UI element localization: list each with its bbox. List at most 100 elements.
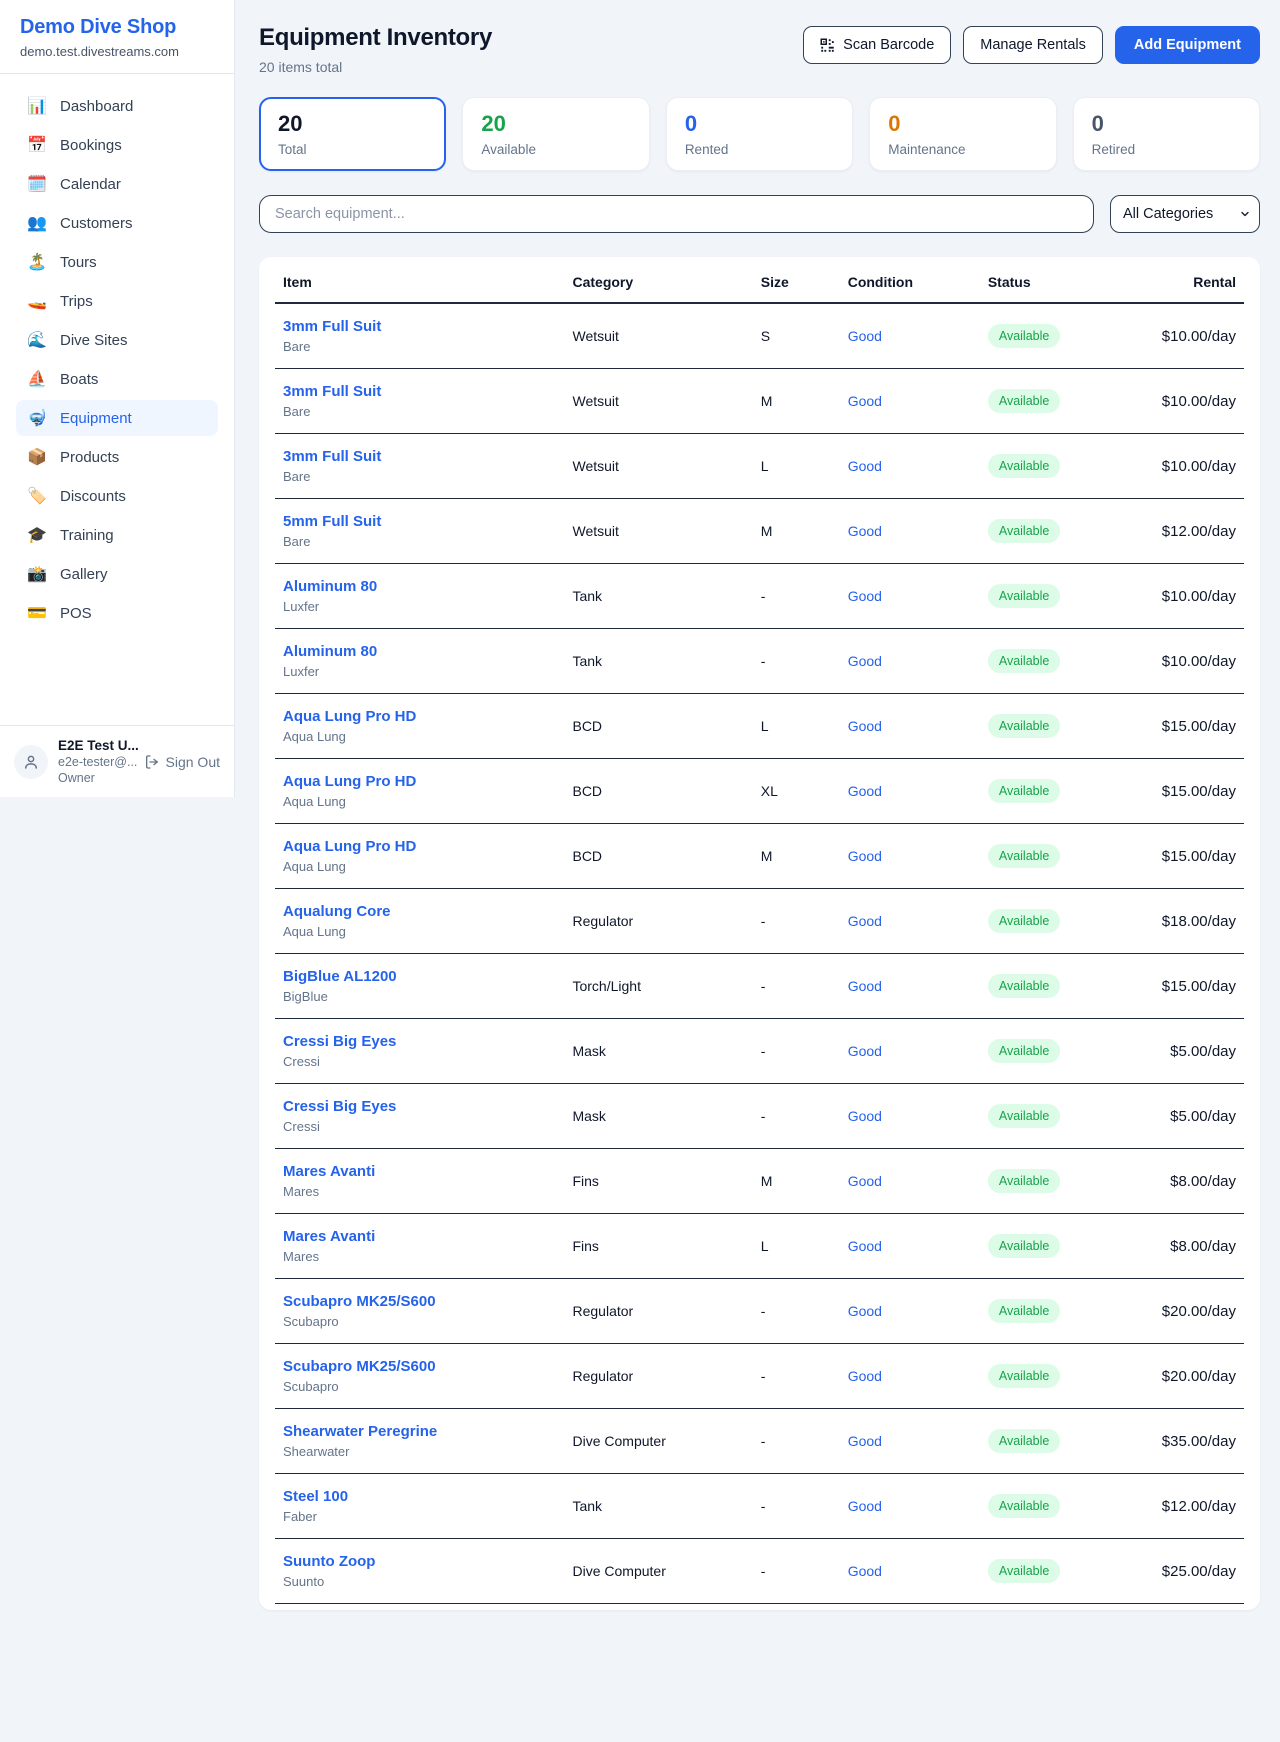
sidebar-item[interactable]: 📅 Bookings bbox=[16, 127, 218, 163]
stat-value: 0 bbox=[888, 111, 1037, 137]
sidebar-item-label: POS bbox=[60, 605, 92, 622]
sidebar-item[interactable]: 📊 Dashboard bbox=[16, 88, 218, 124]
item-name-link[interactable]: 5mm Full Suit bbox=[283, 513, 556, 530]
item-condition: Good bbox=[840, 434, 980, 499]
stat-label: Total bbox=[278, 142, 427, 157]
sidebar-item[interactable]: 📸 Gallery bbox=[16, 556, 218, 592]
item-size: M bbox=[753, 1149, 840, 1214]
item-name-link[interactable]: Scubapro MK25/S600 bbox=[283, 1293, 556, 1310]
item-name-link[interactable]: Mares Avanti bbox=[283, 1163, 556, 1180]
sidebar-item[interactable]: 🗓️ Calendar bbox=[16, 166, 218, 202]
sidebar-item[interactable]: 🚤 Trips bbox=[16, 283, 218, 319]
item-name-link[interactable]: Steel 100 bbox=[283, 1488, 556, 1505]
item-name-link[interactable]: Suunto Zoop bbox=[283, 1553, 556, 1570]
barcode-icon bbox=[820, 38, 835, 53]
item-name-link[interactable]: Aqua Lung Pro HD bbox=[283, 708, 556, 725]
column-header-condition: Condition bbox=[840, 259, 980, 303]
sidebar-item[interactable]: ⛵ Boats bbox=[16, 361, 218, 397]
item-size: M bbox=[753, 824, 840, 889]
scan-barcode-button[interactable]: Scan Barcode bbox=[803, 26, 951, 64]
item-brand: Bare bbox=[283, 534, 556, 549]
search-input[interactable] bbox=[259, 195, 1094, 233]
equipment-table-card: Item Category Size Condition Status Rent… bbox=[259, 257, 1260, 1610]
sidebar-item[interactable]: 🏷️ Discounts bbox=[16, 478, 218, 514]
item-name-link[interactable]: Aluminum 80 bbox=[283, 578, 556, 595]
sidebar-item[interactable]: 💳 POS bbox=[16, 595, 218, 631]
sidebar-item[interactable]: 📦 Products bbox=[16, 439, 218, 475]
sidebar-item-label: Bookings bbox=[60, 137, 122, 154]
stat-value: 0 bbox=[1092, 111, 1241, 137]
add-equipment-button[interactable]: Add Equipment bbox=[1115, 26, 1260, 64]
table-row: Cressi Big Eyes Cressi Mask - Good Avail… bbox=[275, 1084, 1244, 1149]
item-size: - bbox=[753, 1474, 840, 1539]
sign-out-icon bbox=[144, 754, 160, 770]
sidebar-item[interactable]: 🎓 Training bbox=[16, 517, 218, 553]
status-badge: Available bbox=[988, 1234, 1061, 1258]
page-header: Equipment Inventory 20 items total bbox=[259, 24, 1260, 75]
status-badge: Available bbox=[988, 324, 1061, 348]
item-name-link[interactable]: 3mm Full Suit bbox=[283, 448, 556, 465]
item-size: M bbox=[753, 369, 840, 434]
table-row: Aqua Lung Pro HD Aqua Lung BCD XL Good A… bbox=[275, 759, 1244, 824]
status-badge: Available bbox=[988, 454, 1061, 478]
item-name-link[interactable]: Aqua Lung Pro HD bbox=[283, 773, 556, 790]
item-category: Wetsuit bbox=[564, 434, 752, 499]
sidebar-item[interactable]: 🏝️ Tours bbox=[16, 244, 218, 280]
category-select[interactable]: All Categories bbox=[1110, 195, 1260, 233]
stat-label: Maintenance bbox=[888, 142, 1037, 157]
sidebar-item-icon: 🏝️ bbox=[27, 252, 47, 272]
item-category: Wetsuit bbox=[564, 369, 752, 434]
sidebar-item-label: Dashboard bbox=[60, 98, 133, 115]
item-rental-rate: $15.00/day bbox=[1154, 954, 1244, 1019]
item-brand: Suunto bbox=[283, 1574, 556, 1589]
stat-card[interactable]: 0 Retired bbox=[1073, 97, 1260, 171]
column-header-rental: Rental bbox=[1154, 259, 1244, 303]
stat-label: Available bbox=[481, 142, 630, 157]
sign-out-button[interactable]: Sign Out bbox=[144, 754, 220, 770]
item-name-link[interactable]: Cressi Big Eyes bbox=[283, 1098, 556, 1115]
stat-card[interactable]: 0 Maintenance bbox=[869, 97, 1056, 171]
page-title-block: Equipment Inventory 20 items total bbox=[259, 24, 492, 75]
item-category: Mask bbox=[564, 1084, 752, 1149]
item-name-link[interactable]: 3mm Full Suit bbox=[283, 383, 556, 400]
item-condition: Good bbox=[840, 564, 980, 629]
item-condition: Good bbox=[840, 1019, 980, 1084]
item-name-link[interactable]: BigBlue AL1200 bbox=[283, 968, 556, 985]
item-name-link[interactable]: Mares Avanti bbox=[283, 1228, 556, 1245]
stat-card[interactable]: 20 Total bbox=[259, 97, 446, 171]
item-size: - bbox=[753, 1019, 840, 1084]
item-condition: Good bbox=[840, 1409, 980, 1474]
scan-barcode-label: Scan Barcode bbox=[843, 37, 934, 53]
stat-label: Retired bbox=[1092, 142, 1241, 157]
item-brand: Faber bbox=[283, 1509, 556, 1524]
item-rental-rate: $12.00/day bbox=[1154, 1474, 1244, 1539]
table-row: Suunto Zoop Suunto Dive Computer - Good … bbox=[275, 1539, 1244, 1604]
filter-row: All Categories bbox=[259, 195, 1260, 233]
stat-card[interactable]: 20 Available bbox=[462, 97, 649, 171]
item-name-link[interactable]: Cressi Big Eyes bbox=[283, 1033, 556, 1050]
sidebar-item[interactable]: 👥 Customers bbox=[16, 205, 218, 241]
status-badge: Available bbox=[988, 974, 1061, 998]
user-email: e2e-tester@... bbox=[58, 755, 134, 769]
column-header-item: Item bbox=[275, 259, 564, 303]
manage-rentals-button[interactable]: Manage Rentals bbox=[963, 26, 1103, 64]
item-category: BCD bbox=[564, 759, 752, 824]
table-row: Scubapro MK25/S600 Scubapro Regulator - … bbox=[275, 1279, 1244, 1344]
item-name-link[interactable]: Shearwater Peregrine bbox=[283, 1423, 556, 1440]
sidebar-item[interactable]: 🤿 Equipment bbox=[16, 400, 218, 436]
item-brand: Aqua Lung bbox=[283, 859, 556, 874]
item-size: - bbox=[753, 1539, 840, 1604]
item-rental-rate: $10.00/day bbox=[1154, 564, 1244, 629]
item-name-link[interactable]: Aluminum 80 bbox=[283, 643, 556, 660]
status-badge: Available bbox=[988, 1299, 1061, 1323]
stats-row: 20 Total 20 Available 0 Rented 0 Mainten… bbox=[259, 97, 1260, 171]
item-brand: Bare bbox=[283, 469, 556, 484]
item-name-link[interactable]: Aqua Lung Pro HD bbox=[283, 838, 556, 855]
stat-card[interactable]: 0 Rented bbox=[666, 97, 853, 171]
item-size: - bbox=[753, 564, 840, 629]
item-rental-rate: $8.00/day bbox=[1154, 1214, 1244, 1279]
item-name-link[interactable]: Scubapro MK25/S600 bbox=[283, 1358, 556, 1375]
item-name-link[interactable]: Aqualung Core bbox=[283, 903, 556, 920]
item-name-link[interactable]: 3mm Full Suit bbox=[283, 318, 556, 335]
sidebar-item[interactable]: 🌊 Dive Sites bbox=[16, 322, 218, 358]
